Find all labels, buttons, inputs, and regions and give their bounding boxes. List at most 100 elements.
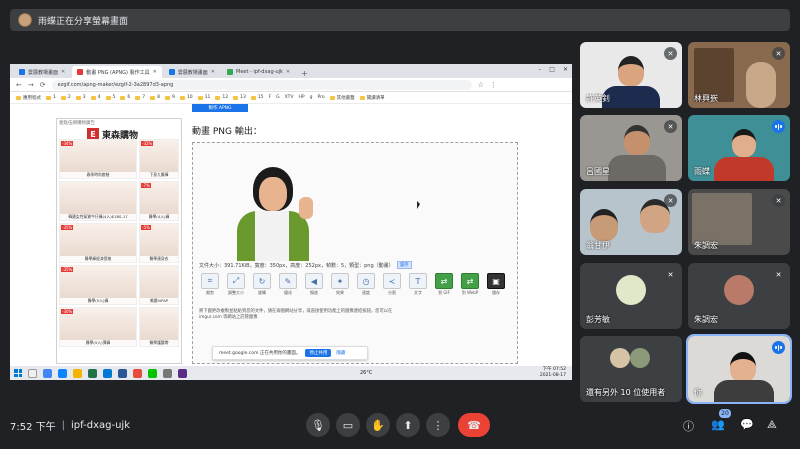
ad-product[interactable]: -30% 醫學(5入)彈褲 [59,307,137,347]
bookmark[interactable]: 6 [120,95,130,100]
tool-speed[interactable]: ◷ 速度 [355,273,377,296]
url-field[interactable]: ezgif.com/apng-maker/ezgif-2-3a2897d3-ap… [51,79,472,90]
participant-tile[interactable]: ✕ 朱調宏 [688,189,790,255]
ad-product[interactable]: -32% 下身九釐褲 [139,139,179,179]
new-tab-icon[interactable]: + [297,69,312,78]
reload-icon[interactable]: ⟳ [40,81,46,89]
ad-product[interactable]: -7% 醫學(4入)褲 [139,181,179,221]
close-tab-icon[interactable]: ✕ [61,69,65,75]
close-window-icon[interactable]: ✕ [563,66,568,73]
ad-product[interactable]: -5% 醫學連身衣 [139,223,179,263]
participant-tile[interactable]: ✕ 呂國星 [580,115,682,181]
bookmark[interactable]: HP [298,95,304,100]
bookmark[interactable]: 5 [105,95,115,100]
participant-tile[interactable]: 雨蝶 [688,115,790,181]
bookmark[interactable]: 閱讀清單 [359,95,385,101]
tool-split[interactable]: ≺ 分割 [381,273,403,296]
bookmark[interactable]: g [310,95,313,100]
ad-product[interactable]: -35% 醫學褲經濟價格 [59,223,137,263]
tool-text[interactable]: T 文字 [407,273,429,296]
tool-to-gif[interactable]: ⇄ 到 GIF [433,273,455,296]
bookmark[interactable]: 8 [150,95,160,100]
stop-sharing-button[interactable]: 停止共用 [305,349,332,357]
camera-button[interactable]: ▭ [336,413,360,437]
close-tab-icon[interactable]: ✕ [286,69,290,75]
raise-hand-button[interactable]: ✋ [366,413,390,437]
bookmark[interactable]: F [269,95,272,100]
photoshop-icon[interactable] [178,368,187,378]
activities-icon[interactable]: ⟁ [767,418,777,432]
self-tile[interactable]: 你 [686,334,792,404]
file-explorer-icon[interactable] [73,368,82,378]
search-icon[interactable] [28,368,37,378]
ad-product[interactable]: -35% 醫學(5入)褲 [59,265,137,305]
bookmark[interactable]: 應用程式 [16,95,41,101]
bookmark[interactable]: G [276,95,280,100]
browser-tab-active[interactable]: 動畫 PNG (APNG) 製作工具 ✕ [72,66,162,78]
tool-resize[interactable]: ⤢ 調整大小 [225,273,247,296]
ad-product[interactable]: -34% 春季時尚套裝 [59,139,137,179]
browser-tab[interactable]: Meet - ipf-dxag-ujk ✕ [222,66,295,78]
participant-tile[interactable]: ✕ 彭芳敏 [580,263,682,329]
bookmark[interactable]: 10 [179,95,193,100]
app-icon[interactable] [133,368,142,378]
close-tab-icon[interactable]: ✕ [153,69,157,75]
save-link-button[interactable]: 儲存 [396,261,412,269]
bookmark[interactable]: 其他書籤 [329,95,355,101]
maximize-icon[interactable]: □ [549,66,555,73]
make-apng-button[interactable]: 製作 APNG [192,104,248,112]
bookmark[interactable]: 2 [60,95,71,100]
menu-icon[interactable]: ⋮ [490,81,497,89]
bookmark[interactable]: 11 [197,95,210,100]
app-icon[interactable] [163,368,172,378]
close-tab-icon[interactable]: ✕ [211,69,215,75]
ad-product[interactable]: 韓國女性氣質牛仔褲(4入)$1BS-17 [59,181,137,221]
chrome-icon[interactable] [43,368,52,378]
bookmark[interactable]: 1 [46,95,56,100]
word-icon[interactable] [118,368,127,378]
participant-tile[interactable]: ✕ 朱調宏 [688,263,790,329]
tool-effects[interactable]: ✦ 效果 [329,273,351,296]
tool-crop[interactable]: ⌗ 裁剪 [199,273,221,296]
back-icon[interactable]: ← [16,81,22,89]
tool-play[interactable]: ◀ 撥放 [303,273,325,296]
ad-product[interactable]: 醫學護腰帶 [139,307,179,347]
windows-start-icon[interactable] [14,369,22,377]
bookmark[interactable]: 7 [135,95,145,100]
bookmark[interactable]: XTV [285,95,294,100]
info-icon[interactable]: ⓘ [683,418,694,434]
others-tile[interactable]: 還有另外 10 位使用者 [580,336,682,402]
bookmark[interactable]: 9 [165,95,175,100]
tool-save[interactable]: ▣ 儲存 [485,273,507,296]
line-icon[interactable] [148,368,157,378]
people-icon[interactable]: 👥 [711,418,725,431]
more-options-button[interactable]: ⋮ [426,413,450,437]
participant-tile[interactable]: ✕ 許英釗 [580,42,682,108]
bookmark[interactable]: 12 [215,95,228,100]
participant-tile[interactable]: ✕ 翁甘伊 [580,189,682,255]
browser-tab[interactable]: 雲展教場畫面 ✕ [164,66,220,78]
tool-optimize[interactable]: ✎ 優化 [277,273,299,296]
shopping-ad[interactable]: 壹點伍網購物廣告 E 東森購物 -34% 春季時尚套裝 -32% 下身九釐褲 韓國女… [56,118,182,364]
bookmark[interactable]: 13 [233,95,246,100]
present-button[interactable]: ⬆ [396,413,420,437]
hide-button[interactable]: 隱藏 [336,350,345,356]
excel-icon[interactable] [88,368,97,378]
star-icon[interactable]: ☆ [478,81,484,89]
browser-tab[interactable]: 雲展教場畫面 ✕ [14,66,70,78]
tool-rotate[interactable]: ↻ 旋轉 [251,273,273,296]
microphone-button[interactable]: 🎙 [306,413,330,437]
minimize-icon[interactable]: – [538,66,541,73]
chat-icon[interactable]: 💬 [740,418,754,431]
bookmark[interactable]: 15 [250,95,264,100]
bookmark[interactable]: 4 [90,95,101,100]
weather-temp[interactable]: 26°C [360,370,372,376]
system-clock[interactable]: 下午 07:52 2021-08-17 [540,367,566,379]
forward-icon[interactable]: → [28,81,34,89]
bookmark[interactable]: 3 [75,95,86,100]
tool-to-webp[interactable]: ⇄ 到 WebP [459,273,481,296]
bookmark[interactable]: Pro [317,95,324,100]
edge-icon[interactable] [58,368,67,378]
participant-tile[interactable]: ✕ 林興嶔 [688,42,790,108]
end-call-button[interactable]: ☎ [458,413,490,437]
